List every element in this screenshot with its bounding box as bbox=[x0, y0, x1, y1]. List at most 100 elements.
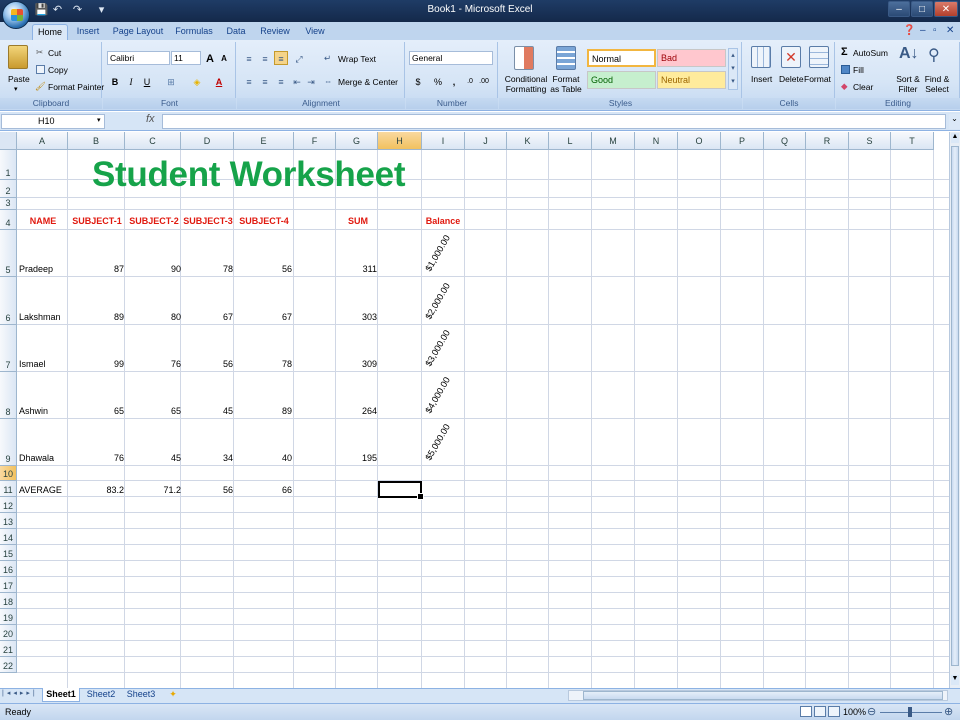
redo-icon[interactable]: ↷ bbox=[70, 3, 85, 18]
align-left-icon[interactable]: ≡ bbox=[242, 74, 256, 88]
format-as-table-button[interactable]: Format as Table bbox=[548, 74, 584, 94]
row-header-4[interactable]: 4 bbox=[0, 210, 17, 230]
tab-formulas[interactable]: Formulas bbox=[172, 24, 216, 40]
row-header-16[interactable]: 16 bbox=[0, 561, 17, 577]
row-header-9[interactable]: 9 bbox=[0, 419, 17, 466]
find-select-icon[interactable]: ⚲ bbox=[928, 45, 940, 65]
row-header-6[interactable]: 6 bbox=[0, 277, 17, 325]
column-header-r[interactable]: R bbox=[806, 132, 849, 150]
select-all-corner[interactable] bbox=[0, 132, 17, 150]
column-header-l[interactable]: L bbox=[549, 132, 592, 150]
column-header-h[interactable]: H bbox=[378, 132, 422, 150]
tab-view[interactable]: View bbox=[300, 24, 330, 40]
format-painter-button[interactable]: Format Painter bbox=[48, 82, 104, 92]
row-header-11[interactable]: 11 bbox=[0, 481, 17, 497]
column-header-o[interactable]: O bbox=[678, 132, 721, 150]
style-bad[interactable]: Bad bbox=[657, 49, 726, 67]
customize-qat-icon[interactable]: ▾ bbox=[94, 3, 109, 18]
merge-center-button[interactable]: Merge & Center bbox=[338, 77, 398, 87]
grow-font-button[interactable]: A bbox=[203, 51, 217, 65]
increase-indent-icon[interactable]: ⇥ bbox=[304, 74, 318, 88]
row-header-19[interactable]: 19 bbox=[0, 609, 17, 625]
column-header-e[interactable]: E bbox=[234, 132, 294, 150]
align-middle-icon[interactable]: ≡ bbox=[258, 51, 272, 65]
row-header-17[interactable]: 17 bbox=[0, 577, 17, 593]
bold-button[interactable]: B bbox=[108, 74, 122, 88]
format-cells-icon[interactable] bbox=[809, 46, 829, 68]
increase-decimal-icon[interactable]: .0 bbox=[463, 74, 477, 88]
row-header-14[interactable]: 14 bbox=[0, 529, 17, 545]
delete-cells-icon[interactable]: ✕ bbox=[781, 46, 801, 68]
ribbon-minimize-icon[interactable]: – bbox=[920, 25, 926, 36]
italic-button[interactable]: I bbox=[124, 74, 138, 88]
zoom-in-icon[interactable]: ⊕ bbox=[944, 705, 953, 718]
style-neutral[interactable]: Neutral bbox=[657, 71, 726, 89]
find-select-button[interactable]: Find & Select bbox=[921, 74, 953, 94]
column-header-n[interactable]: N bbox=[635, 132, 678, 150]
format-as-table-icon[interactable] bbox=[556, 46, 576, 70]
ribbon-close-icon[interactable]: ✕ bbox=[946, 25, 954, 36]
undo-icon[interactable]: ↶ bbox=[50, 3, 65, 18]
save-icon[interactable]: 💾 bbox=[34, 3, 49, 18]
expand-formula-icon[interactable]: ⌄ bbox=[949, 114, 960, 129]
page-layout-view-icon[interactable] bbox=[814, 706, 826, 717]
zoom-slider-thumb[interactable] bbox=[908, 707, 912, 717]
row-header-2[interactable]: 2 bbox=[0, 180, 17, 198]
sheet-tab-3[interactable]: Sheet3 bbox=[122, 688, 160, 702]
normal-view-icon[interactable] bbox=[800, 706, 812, 717]
row-header-8[interactable]: 8 bbox=[0, 372, 17, 419]
row-header-1[interactable]: 1 bbox=[0, 150, 17, 180]
horizontal-scroll-thumb[interactable] bbox=[583, 691, 943, 700]
row-header-22[interactable]: 22 bbox=[0, 657, 17, 673]
column-header-k[interactable]: K bbox=[507, 132, 549, 150]
minimize-button[interactable]: – bbox=[888, 1, 910, 17]
row-header-15[interactable]: 15 bbox=[0, 545, 17, 561]
tab-data[interactable]: Data bbox=[222, 24, 250, 40]
column-header-d[interactable]: D bbox=[181, 132, 234, 150]
tab-page-layout[interactable]: Page Layout bbox=[110, 24, 166, 40]
styles-scroll-icon[interactable]: ▴ ▾ ▾ bbox=[728, 48, 738, 90]
column-header-b[interactable]: B bbox=[68, 132, 125, 150]
row-header-5[interactable]: 5 bbox=[0, 230, 17, 277]
insert-cells-icon[interactable] bbox=[751, 46, 771, 68]
close-button[interactable]: ✕ bbox=[934, 1, 958, 17]
percent-button[interactable]: % bbox=[431, 74, 445, 88]
column-header-p[interactable]: P bbox=[721, 132, 764, 150]
column-header-s[interactable]: S bbox=[849, 132, 891, 150]
tab-review[interactable]: Review bbox=[256, 24, 294, 40]
conditional-formatting-icon[interactable] bbox=[514, 46, 534, 70]
row-header-12[interactable]: 12 bbox=[0, 497, 17, 513]
decrease-indent-icon[interactable]: ⇤ bbox=[290, 74, 304, 88]
vertical-scroll-thumb[interactable] bbox=[951, 146, 959, 666]
align-top-icon[interactable]: ≡ bbox=[242, 51, 256, 65]
scroll-down-icon[interactable]: ▼ bbox=[951, 675, 959, 685]
column-header-a[interactable]: A bbox=[17, 132, 68, 150]
paste-dropdown-icon[interactable]: ▾ bbox=[14, 85, 18, 93]
align-center-icon[interactable]: ≡ bbox=[258, 74, 272, 88]
wrap-text-button[interactable]: Wrap Text bbox=[338, 54, 376, 64]
name-box-dropdown-icon[interactable]: ▾ bbox=[97, 116, 101, 124]
number-format-combo[interactable]: General bbox=[409, 51, 493, 65]
column-header-q[interactable]: Q bbox=[764, 132, 806, 150]
fill-button[interactable]: Fill bbox=[853, 65, 864, 75]
fill-color-icon[interactable]: ◈ bbox=[190, 74, 204, 88]
row-header-3[interactable]: 3 bbox=[0, 198, 17, 210]
borders-icon[interactable]: ⊞ bbox=[164, 74, 178, 88]
page-break-view-icon[interactable] bbox=[828, 706, 840, 717]
row-header-18[interactable]: 18 bbox=[0, 593, 17, 609]
font-color-icon[interactable]: A bbox=[212, 74, 226, 88]
ribbon-restore-icon[interactable]: ▫ bbox=[933, 25, 937, 36]
worksheet-grid[interactable]: A B C D E F G H I J K L M N O P Q R S T 1 2 3 4 5 6 7 8 9 10 11 12 13 14 1… bbox=[0, 132, 949, 688]
formula-input[interactable] bbox=[162, 114, 946, 129]
sort-filter-button[interactable]: Sort & Filter bbox=[895, 74, 921, 94]
column-header-f[interactable]: F bbox=[294, 132, 336, 150]
align-bottom-icon[interactable]: ≡ bbox=[274, 51, 288, 65]
column-header-g[interactable]: G bbox=[336, 132, 378, 150]
sheet-nav-icon[interactable]: |◂◂▸▸| bbox=[2, 689, 38, 697]
style-good[interactable]: Good bbox=[587, 71, 656, 89]
insert-cells-button[interactable]: Insert bbox=[751, 74, 772, 84]
row-header-13[interactable]: 13 bbox=[0, 513, 17, 529]
autosum-button[interactable]: AutoSum bbox=[853, 48, 888, 58]
shrink-font-button[interactable]: A bbox=[217, 51, 231, 65]
tab-insert[interactable]: Insert bbox=[72, 24, 104, 40]
